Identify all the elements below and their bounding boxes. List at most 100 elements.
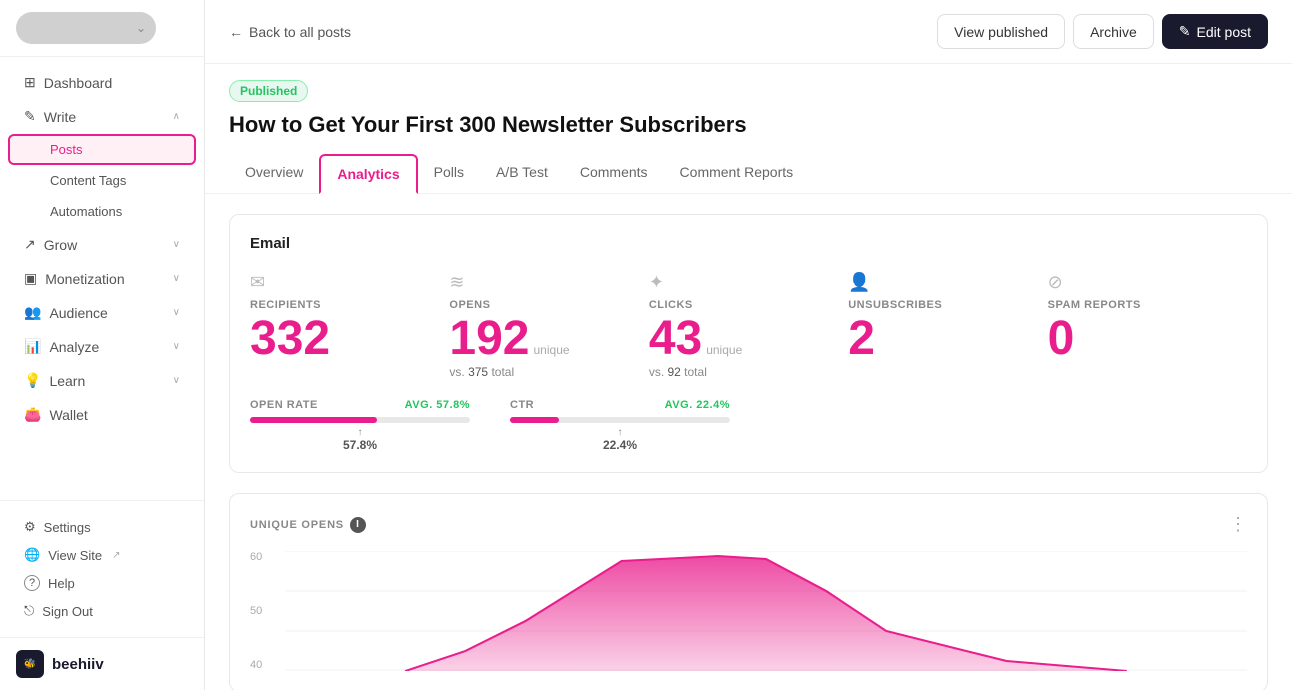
view-site-icon: 🌐 (24, 547, 40, 563)
unique-opens-title: UNIQUE OPENS i (250, 517, 366, 533)
view-site-link[interactable]: 🌐 View Site ↗ (16, 541, 188, 569)
sidebar-item-analyze[interactable]: 📊 Analyze ∨ (8, 330, 196, 363)
metric-recipients: ✉ RECIPIENTS 332 (250, 272, 449, 379)
settings-label: Settings (44, 520, 91, 535)
help-link[interactable]: ? Help (16, 569, 188, 597)
clicks-value: 43 (649, 315, 702, 363)
unique-opens-section: UNIQUE OPENS i ⋮ 60 50 40 (229, 493, 1268, 690)
more-options-button[interactable]: ⋮ (1229, 514, 1247, 535)
status-badge: Published (229, 80, 308, 102)
tab-ab-test[interactable]: A/B Test (480, 154, 564, 194)
email-section-title: Email (250, 235, 1247, 252)
info-icon[interactable]: i (350, 517, 366, 533)
audience-icon: 👥 (24, 304, 41, 321)
sidebar-item-label: Monetization (45, 271, 124, 287)
sign-out-icon: ⎋ (24, 603, 34, 619)
sidebar-item-automations[interactable]: Automations (8, 196, 196, 227)
sidebar-item-label: Grow (44, 237, 77, 253)
metric-clicks: ✦ CLICKS 43 unique vs. 92 total (649, 272, 848, 379)
sign-out-link[interactable]: ⎋ Sign Out (16, 597, 188, 625)
tab-overview[interactable]: Overview (229, 154, 319, 194)
open-rate-label: OPEN RATE (250, 399, 318, 411)
sidebar-item-grow[interactable]: ↗ Grow ∨ (8, 228, 196, 261)
clicks-icon: ✦ (649, 272, 828, 293)
analyze-icon: 📊 (24, 338, 41, 355)
ctr-bar: CTR Avg. 22.4% ↑ 22.4% (510, 399, 730, 452)
edit-post-button[interactable]: ✎ Edit post (1162, 14, 1268, 49)
arrow-left-icon: ← (229, 24, 243, 40)
view-published-button[interactable]: View published (937, 14, 1065, 49)
opens-value: 192 (449, 315, 529, 363)
brand-name: beehiiv (52, 656, 104, 673)
automations-label: Automations (50, 204, 122, 219)
brand-area: 🐝 beehiiv (0, 637, 204, 690)
metric-spam-reports: ⊘ SPAM REPORTS 0 (1048, 272, 1247, 379)
metric-opens: ≋ OPENS 192 unique vs. 375 total (449, 272, 648, 379)
spam-label: SPAM REPORTS (1048, 299, 1227, 311)
open-rate-value: 57.8% (343, 438, 377, 452)
archive-button[interactable]: Archive (1073, 14, 1154, 49)
monetization-icon: ▣ (24, 270, 37, 287)
sidebar-item-write[interactable]: ✎ Write ∧ (8, 100, 196, 133)
settings-link[interactable]: ⚙ Settings (16, 513, 188, 541)
spam-value: 0 (1048, 315, 1227, 363)
sidebar-item-learn[interactable]: 💡 Learn ∨ (8, 364, 196, 397)
spam-icon: ⊘ (1048, 272, 1227, 293)
unique-opens-chart: 60 50 40 (250, 551, 1247, 671)
workspace-switcher[interactable]: ⌄ (16, 12, 156, 44)
tab-comment-reports[interactable]: Comment Reports (664, 154, 810, 194)
metrics-row: ✉ RECIPIENTS 332 ≋ OPENS 192 unique vs. … (250, 272, 1247, 379)
chevron-down-icon: ∨ (173, 307, 180, 318)
sidebar-item-label: Write (44, 109, 76, 125)
back-to-posts-link[interactable]: ← Back to all posts (229, 24, 351, 40)
opens-unique: unique (534, 343, 570, 357)
posts-label: Posts (50, 142, 83, 157)
opens-label: OPENS (449, 299, 628, 311)
tab-analytics[interactable]: Analytics (319, 154, 417, 194)
sidebar-item-label: Dashboard (44, 75, 113, 91)
content-tags-label: Content Tags (50, 173, 126, 188)
sidebar-item-content-tags[interactable]: Content Tags (8, 165, 196, 196)
main-content: ← Back to all posts View published Archi… (205, 0, 1292, 690)
opens-sub: vs. 375 total (449, 365, 628, 379)
edit-icon: ✎ (1179, 23, 1191, 40)
clicks-unique: unique (706, 343, 742, 357)
sidebar-item-posts[interactable]: Posts (8, 134, 196, 165)
y-label-50: 50 (250, 605, 280, 617)
clicks-label: CLICKS (649, 299, 828, 311)
recipients-icon: ✉ (250, 272, 429, 293)
unsubscribes-value: 2 (848, 315, 1027, 363)
recipients-label: RECIPIENTS (250, 299, 429, 311)
sidebar-item-dashboard[interactable]: ⊞ Dashboard (8, 66, 196, 99)
ctr-header: CTR Avg. 22.4% (510, 399, 730, 411)
sidebar-nav: ⊞ Dashboard ✎ Write ∧ Posts Content Tags… (0, 57, 204, 500)
sidebar-logo-area: ⌄ (0, 0, 204, 57)
chart-svg (285, 551, 1247, 671)
settings-icon: ⚙ (24, 519, 36, 535)
dashboard-icon: ⊞ (24, 74, 36, 91)
ctr-arrow: ↑ (603, 427, 637, 438)
back-label: Back to all posts (249, 24, 351, 40)
open-rate-fill (250, 417, 377, 423)
sidebar-item-monetization[interactable]: ▣ Monetization ∨ (8, 262, 196, 295)
learn-icon: 💡 (24, 372, 41, 389)
sidebar-item-audience[interactable]: 👥 Audience ∨ (8, 296, 196, 329)
top-actions: View published Archive ✎ Edit post (937, 14, 1268, 49)
opens-icon: ≋ (449, 272, 628, 293)
ctr-indicator: ↑ 22.4% (510, 427, 730, 452)
chevron-down-icon: ∨ (173, 273, 180, 284)
sidebar-item-wallet[interactable]: 👛 Wallet (8, 398, 196, 431)
analytics-content: Email ✉ RECIPIENTS 332 ≋ OPENS 192 uniqu… (205, 194, 1292, 690)
email-section: Email ✉ RECIPIENTS 332 ≋ OPENS 192 uniqu… (229, 214, 1268, 473)
unsubscribes-label: UNSUBSCRIBES (848, 299, 1027, 311)
y-label-60: 60 (250, 551, 280, 563)
view-site-label: View Site (48, 548, 102, 563)
tab-comments[interactable]: Comments (564, 154, 664, 194)
sign-out-label: Sign Out (42, 604, 93, 619)
wallet-icon: 👛 (24, 406, 41, 423)
open-rate-indicator: ↑ 57.8% (250, 427, 470, 452)
ctr-label: CTR (510, 399, 534, 411)
tab-polls[interactable]: Polls (418, 154, 480, 194)
chevron-down-icon: ∨ (173, 341, 180, 352)
tabs-bar: Overview Analytics Polls A/B Test Commen… (205, 154, 1292, 194)
